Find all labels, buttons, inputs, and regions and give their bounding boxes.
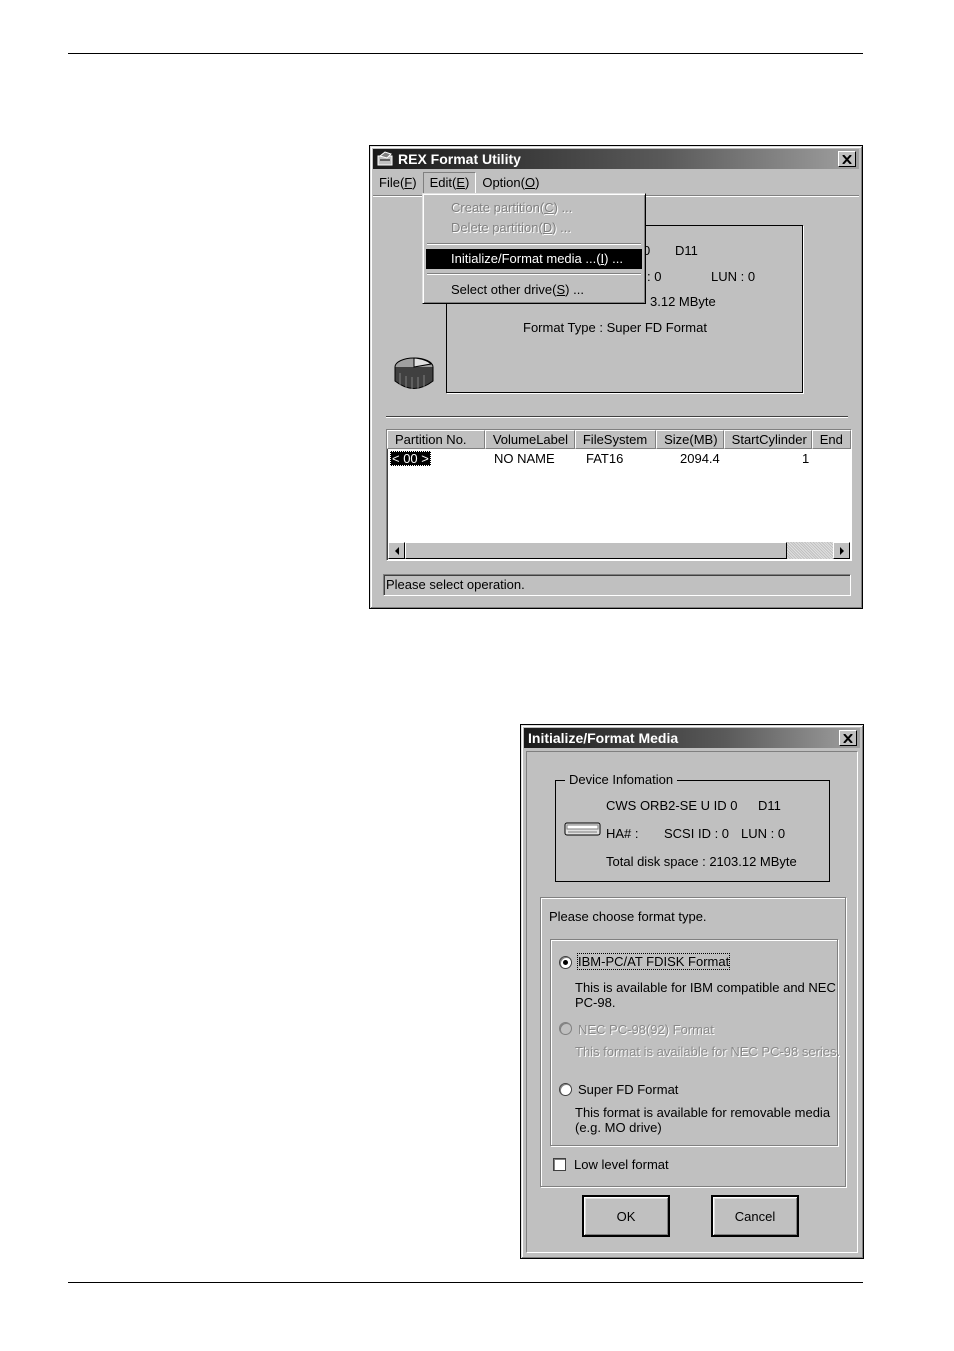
hard-disk-icon bbox=[564, 822, 601, 836]
menu-file[interactable]: File(F) bbox=[373, 172, 423, 194]
scroll-right-button[interactable] bbox=[833, 542, 850, 559]
menu-separator bbox=[427, 273, 641, 275]
menu-item-create-partition[interactable]: Create partition(C) ... bbox=[426, 198, 642, 218]
title-bar[interactable]: REX Format Utility bbox=[373, 149, 859, 169]
cell-fs: FAT16 bbox=[586, 451, 624, 466]
cell-start: 1 bbox=[802, 451, 810, 466]
menu-separator bbox=[427, 243, 641, 245]
col-volume-label[interactable]: VolumeLabel bbox=[484, 430, 575, 449]
super-fd-desc: This format is available for removable m… bbox=[575, 1105, 831, 1135]
radio-ibm-fdisk[interactable] bbox=[559, 956, 572, 969]
scroll-left-button[interactable] bbox=[388, 542, 405, 559]
scroll-thumb[interactable] bbox=[405, 542, 787, 559]
edit-dropdown-menu: Create partition(C) ... Delete partition… bbox=[422, 193, 646, 304]
ibm-fdisk-label[interactable]: IBM-PC/AT FDISK Format bbox=[576, 953, 731, 970]
disk-space-text: 3.12 MByte bbox=[650, 294, 716, 309]
menu-edit[interactable]: Edit(E) bbox=[422, 172, 477, 194]
ok-button[interactable]: OK bbox=[582, 1195, 670, 1237]
device-info-title: Device Infomation bbox=[565, 772, 678, 787]
choose-prompt: Please choose format type. bbox=[549, 909, 707, 924]
host-adapter-text: HA# : bbox=[606, 826, 639, 841]
close-icon bbox=[843, 733, 853, 743]
table-row[interactable]: < 00 > NO NAME FAT16 2094.4 1 bbox=[387, 451, 851, 468]
scsi-id-text: : 0 bbox=[647, 269, 662, 284]
menu-option[interactable]: Option(O) bbox=[476, 172, 545, 194]
low-level-format-checkbox[interactable] bbox=[553, 1158, 566, 1171]
dialog-close-button[interactable] bbox=[839, 730, 857, 746]
col-file-system[interactable]: FileSystem bbox=[574, 430, 657, 449]
menu-item-delete-partition[interactable]: Delete partition(D) ... bbox=[426, 218, 642, 238]
super-fd-label[interactable]: Super FD Format bbox=[578, 1082, 678, 1097]
close-icon bbox=[842, 154, 852, 164]
close-button[interactable] bbox=[838, 151, 856, 167]
dialog-title: Initialize/Format Media bbox=[528, 730, 679, 746]
disk-drive-icon bbox=[394, 357, 434, 389]
radio-nec-pc98[interactable] bbox=[559, 1022, 572, 1035]
table-header: Partition No. VolumeLabel FileSystem Siz… bbox=[387, 430, 852, 449]
col-partition-no[interactable]: Partition No. bbox=[387, 430, 485, 449]
partition-table[interactable]: Partition No. VolumeLabel FileSystem Siz… bbox=[386, 429, 852, 561]
device-model-text: CWS ORB2-SE U ID 0 bbox=[606, 798, 738, 813]
col-end[interactable]: End bbox=[811, 430, 852, 449]
scsi-id-text: SCSI ID : 0 bbox=[664, 826, 730, 841]
menu-bar: File(F) Edit(E) Option(O) bbox=[373, 172, 859, 194]
page-top-rule bbox=[68, 53, 863, 54]
arrow-left-icon bbox=[394, 546, 399, 555]
cancel-button[interactable]: Cancel bbox=[711, 1195, 799, 1237]
format-type-text: Format Type : Super FD Format bbox=[523, 320, 707, 335]
lun-text: LUN : 0 bbox=[711, 269, 756, 284]
col-start-cylinder[interactable]: StartCylinder bbox=[723, 430, 812, 449]
dialog-body: CWS ORB2-SE U ID 0 D11 HA# : SCSI ID : 0… bbox=[526, 751, 858, 1253]
horizontal-scrollbar[interactable] bbox=[388, 542, 850, 559]
total-disk-space-text: Total disk space : 2103.12 MByte bbox=[606, 854, 797, 869]
menu-item-initialize-format[interactable]: Initialize/Format media ...(I) ... bbox=[426, 249, 642, 269]
dialog-title-bar[interactable]: Initialize/Format Media bbox=[524, 728, 860, 748]
nec-pc98-label[interactable]: NEC PC-98(92) Format bbox=[578, 1022, 714, 1037]
section-divider bbox=[386, 416, 848, 418]
col-size[interactable]: Size(MB) bbox=[656, 430, 724, 449]
cell-partition[interactable]: < 00 > bbox=[390, 451, 431, 466]
status-bar: Please select operation. bbox=[383, 574, 851, 596]
format-type-panel: Please choose format type. IBM-PC/AT FDI… bbox=[540, 897, 846, 1187]
initialize-format-dialog: Initialize/Format Media CWS ORB2-SE U ID… bbox=[520, 724, 864, 1259]
menu-item-select-drive[interactable]: Select other drive(S) ... bbox=[426, 280, 642, 300]
cell-label: NO NAME bbox=[494, 451, 555, 466]
cell-size: 2094.4 bbox=[680, 451, 720, 466]
device-info-group: CWS ORB2-SE U ID 0 D11 HA# : SCSI ID : 0… bbox=[555, 780, 830, 882]
app-icon bbox=[377, 151, 393, 166]
page-bottom-rule bbox=[68, 1282, 863, 1283]
low-level-format-label[interactable]: Low level format bbox=[574, 1157, 669, 1172]
format-options-box: IBM-PC/AT FDISK Format This is available… bbox=[550, 939, 841, 1146]
window-title: REX Format Utility bbox=[398, 151, 521, 167]
ibm-fdisk-desc: This is available for IBM compatible and… bbox=[575, 980, 836, 1010]
lun-text: LUN : 0 bbox=[741, 826, 786, 841]
device-rev-text: D11 bbox=[758, 798, 781, 813]
radio-super-fd[interactable] bbox=[559, 1083, 572, 1096]
nec-pc98-desc: This format is available for NEC PC-98 s… bbox=[575, 1044, 841, 1059]
arrow-right-icon bbox=[839, 546, 844, 555]
device-rev-text: D11 bbox=[675, 243, 698, 258]
